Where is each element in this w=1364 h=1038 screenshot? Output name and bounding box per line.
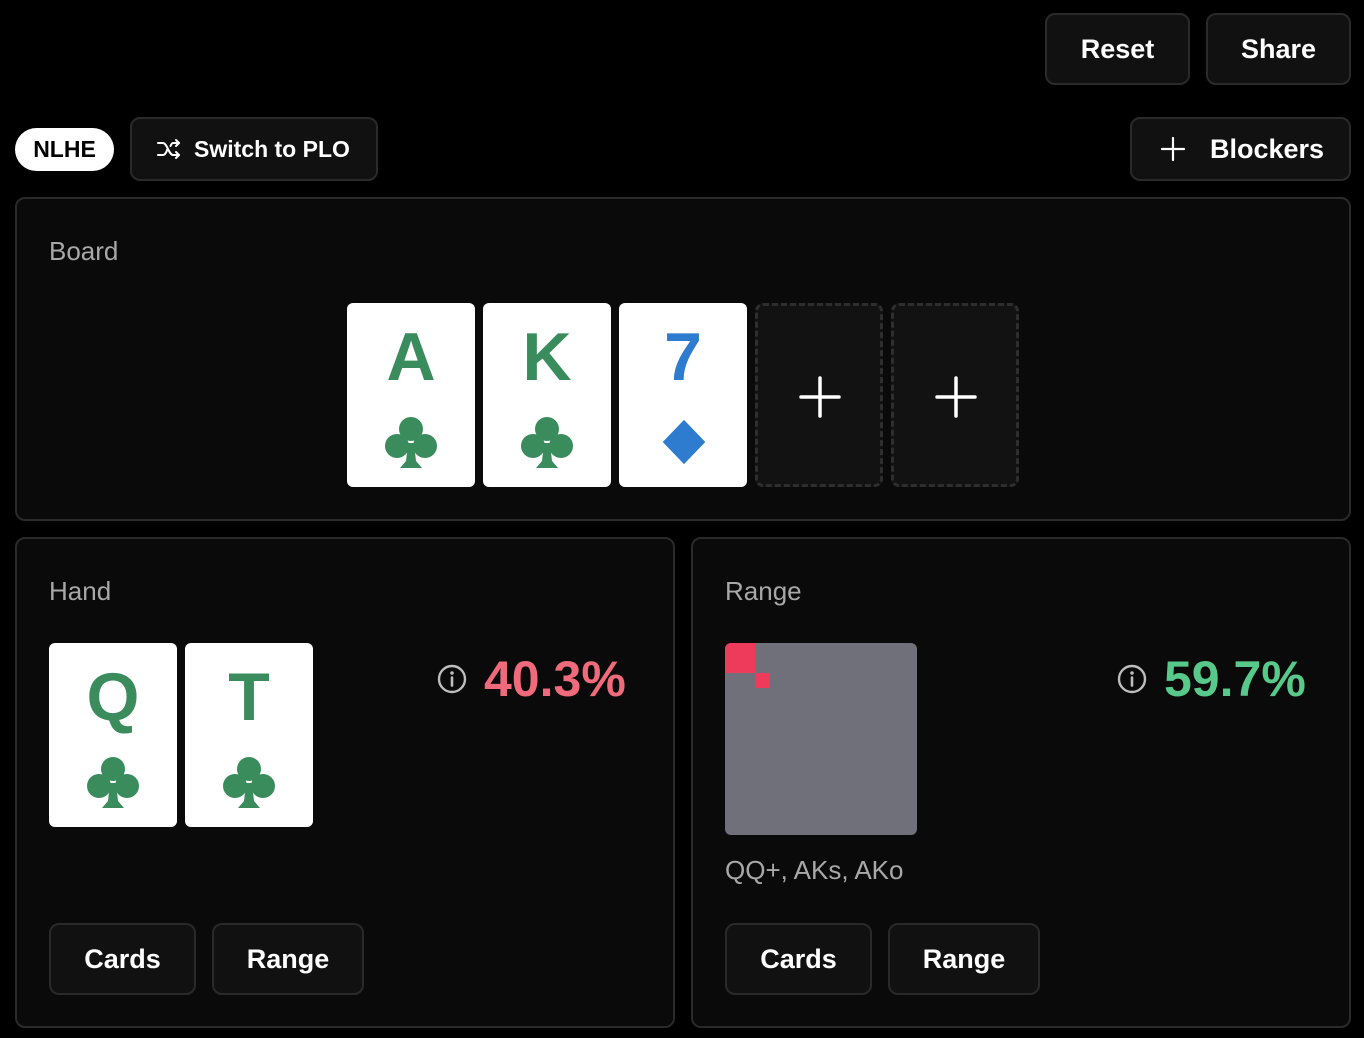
range-range-button[interactable]: Range xyxy=(888,923,1040,995)
range-label: Range xyxy=(725,576,802,606)
card-rank: Q xyxy=(86,659,140,735)
blockers-label: Blockers xyxy=(1210,133,1325,164)
club-icon xyxy=(87,757,139,808)
hand-cards-button[interactable]: Cards xyxy=(49,923,196,995)
diamond-icon xyxy=(662,419,706,465)
range-grid[interactable] xyxy=(725,643,917,835)
hand-label: Hand xyxy=(49,576,112,606)
board-card-1[interactable]: A xyxy=(347,303,475,487)
hand-range-button[interactable]: Range xyxy=(212,923,364,995)
plus-icon xyxy=(935,376,977,418)
board-empty-slot-river[interactable] xyxy=(891,303,1019,487)
hand-equity: 40.3% xyxy=(484,651,626,707)
range-cell-QQ xyxy=(740,658,755,673)
plus-icon xyxy=(1160,136,1186,162)
mode-badge-nlhe[interactable]: NLHE xyxy=(15,128,114,171)
club-icon xyxy=(385,417,437,468)
hand-card-2[interactable]: T xyxy=(185,643,313,827)
shuffle-icon xyxy=(156,137,182,161)
switch-to-plo-label: Switch to PLO xyxy=(194,135,350,162)
board-empty-slot-turn[interactable] xyxy=(755,303,883,487)
board-label: Board xyxy=(49,236,119,266)
card-rank: A xyxy=(386,319,436,395)
range-cards-button[interactable]: Cards xyxy=(725,923,872,995)
range-equity: 59.7% xyxy=(1164,651,1306,707)
share-button[interactable]: Share xyxy=(1206,13,1351,85)
hand-card-1[interactable]: Q xyxy=(49,643,177,827)
info-icon[interactable] xyxy=(1116,663,1148,695)
blockers-button[interactable]: Blockers xyxy=(1130,117,1351,181)
card-rank: 7 xyxy=(664,319,702,395)
card-rank: K xyxy=(522,319,572,395)
range-summary: QQ+, AKs, AKo xyxy=(725,855,904,885)
board-card-2[interactable]: K xyxy=(483,303,611,487)
info-icon[interactable] xyxy=(436,663,468,695)
card-rank: T xyxy=(228,659,270,735)
plus-icon xyxy=(799,376,841,418)
club-icon xyxy=(521,417,573,468)
reset-button[interactable]: Reset xyxy=(1045,13,1190,85)
board-card-3[interactable]: 7 xyxy=(619,303,747,487)
club-icon xyxy=(223,757,275,808)
switch-to-plo-button[interactable]: Switch to PLO xyxy=(130,117,378,181)
range-cell-AKo xyxy=(755,673,770,688)
